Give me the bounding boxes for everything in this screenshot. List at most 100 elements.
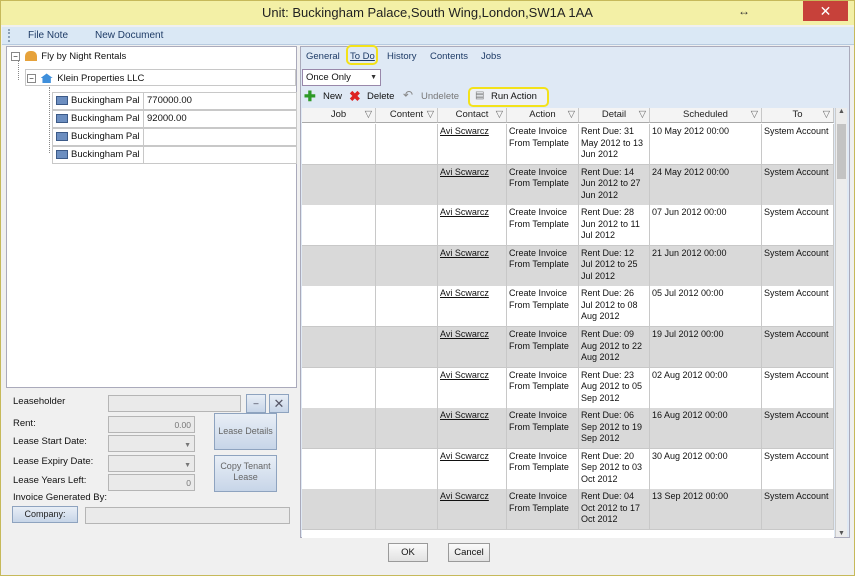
run-action-button[interactable]: Run Action [491, 91, 537, 102]
unit-row-1-name[interactable]: Buckingham Pal [52, 92, 144, 110]
filter-icon[interactable]: ▽ [427, 108, 434, 122]
cell-contact[interactable]: Avi Scwarcz [438, 327, 507, 367]
filter-icon[interactable]: ▽ [639, 108, 646, 122]
home-icon [40, 73, 53, 84]
unit-row-1-value[interactable]: 770000.00 [143, 92, 297, 110]
menu-file-note[interactable]: File Note [28, 30, 68, 41]
tab-jobs[interactable]: Jobs [481, 51, 501, 62]
new-button[interactable]: New [323, 91, 342, 102]
filter-icon[interactable]: ▽ [751, 108, 758, 122]
resize-icon[interactable]: ↔ [734, 1, 754, 21]
table-row[interactable]: Avi Scwarcz Create Invoice From Template R… [302, 448, 834, 490]
tab-history[interactable]: History [387, 51, 417, 62]
cell-content [376, 408, 438, 449]
table-row[interactable]: Avi Scwarcz Create Invoice From Template R… [302, 489, 834, 531]
cell-contact[interactable]: Avi Scwarcz [438, 124, 507, 164]
rent-field[interactable]: 0.00 [108, 416, 195, 433]
unit-row-3-name[interactable]: Buckingham Pal [52, 128, 144, 146]
tree-child[interactable]: − Klein Properties LLC [25, 69, 296, 86]
lease-details-button[interactable]: Lease Details [214, 413, 277, 450]
scrollbar-thumb[interactable] [837, 124, 846, 179]
cell-job [302, 245, 376, 286]
unit-row-4-value[interactable] [143, 146, 297, 164]
cell-to: System Account [762, 124, 834, 164]
unit-icon [56, 113, 68, 123]
cell-detail: Rent Due: 04 Oct 2012 to 17 Oct 2012 [579, 489, 650, 530]
delete-button[interactable]: Delete [367, 91, 394, 102]
menu-new-document[interactable]: New Document [95, 30, 163, 41]
col-detail[interactable]: Detail ▽ [579, 108, 650, 123]
tree-root[interactable]: − Fly by Night Rentals [11, 48, 296, 65]
cell-contact[interactable]: Avi Scwarcz [438, 245, 507, 286]
table-row[interactable]: Avi Scwarcz Create Invoice From Template R… [302, 286, 834, 328]
menu-bar: File Note New Document [2, 27, 854, 45]
filter-icon[interactable]: ▽ [365, 108, 372, 122]
cell-job [302, 164, 376, 205]
title-bar: Unit: Buckingham Palace,South Wing,Londo… [1, 1, 854, 25]
cell-contact[interactable]: Avi Scwarcz [438, 448, 507, 489]
lease-years-field[interactable]: 0 [108, 474, 195, 491]
leaseholder-select-button[interactable]: – [246, 394, 266, 413]
table-row[interactable]: Avi Scwarcz Create Invoice From Template R… [302, 327, 834, 368]
close-icon[interactable]: ✕ [803, 1, 848, 21]
cell-job [302, 205, 376, 246]
tab-contents[interactable]: Contents [430, 51, 468, 62]
col-content[interactable]: Content ▽ [376, 108, 438, 123]
table-row[interactable]: Avi Scwarcz Create Invoice From Template R… [302, 124, 834, 165]
invoice-generated-label: Invoice Generated By: [13, 492, 107, 503]
cell-contact[interactable]: Avi Scwarcz [438, 489, 507, 530]
tab-todo[interactable]: To Do [350, 51, 375, 62]
cell-scheduled: 07 Jun 2012 00:00 [650, 205, 762, 246]
company-field[interactable] [85, 507, 290, 524]
unit-row-3-value[interactable] [143, 128, 297, 146]
cell-content [376, 245, 438, 286]
col-contact[interactable]: Contact ▽ [438, 108, 507, 123]
copy-tenant-lease-button[interactable]: Copy Tenant Lease [214, 455, 277, 492]
cancel-button[interactable]: Cancel [448, 543, 490, 562]
filter-icon[interactable]: ▽ [496, 108, 503, 122]
col-job[interactable]: Job ▽ [302, 108, 376, 123]
filter-icon[interactable]: ▽ [568, 108, 575, 122]
lease-expiry-label: Lease Expiry Date: [13, 456, 94, 467]
unit-row-4-name[interactable]: Buckingham Pal [52, 146, 144, 164]
table-row[interactable]: Avi Scwarcz Create Invoice From Template R… [302, 164, 834, 206]
cell-detail: Rent Due: 12 Jul 2012 to 25 Jul 2012 [579, 245, 650, 286]
tab-general[interactable]: General [306, 51, 340, 62]
cell-scheduled: 19 Jul 2012 00:00 [650, 327, 762, 367]
cell-to: System Account [762, 286, 834, 327]
table-row[interactable]: Avi Scwarcz Create Invoice From Template R… [302, 245, 834, 287]
cell-contact[interactable]: Avi Scwarcz [438, 205, 507, 246]
table-row[interactable]: Avi Scwarcz Create Invoice From Template R… [302, 205, 834, 247]
company-button[interactable]: Company: [12, 506, 78, 523]
unit-row-2-name[interactable]: Buckingham Pal [52, 110, 144, 128]
col-to[interactable]: To ▽ [762, 108, 834, 123]
chevron-up-icon[interactable]: ▲ [838, 108, 845, 115]
lease-start-field[interactable]: ▼ [108, 435, 195, 452]
leaseholder-field[interactable] [108, 395, 241, 412]
cell-contact[interactable]: Avi Scwarcz [438, 286, 507, 327]
chevron-down-icon[interactable]: ▼ [838, 530, 845, 537]
frequency-select[interactable]: Once Only ▼ [302, 69, 381, 86]
vertical-scrollbar[interactable]: ▲ ▼ [835, 108, 847, 537]
cell-contact[interactable]: Avi Scwarcz [438, 367, 507, 408]
undelete-button[interactable]: Undelete [421, 91, 459, 102]
clear-icon[interactable]: ✕ [269, 394, 289, 413]
cell-to: System Account [762, 408, 834, 449]
cell-to: System Account [762, 448, 834, 489]
chevron-down-icon: ▼ [184, 462, 191, 469]
lease-start-label: Lease Start Date: [13, 436, 87, 447]
tree-child-label: Klein Properties LLC [57, 73, 145, 84]
col-action[interactable]: Action ▽ [507, 108, 579, 123]
table-row[interactable]: Avi Scwarcz Create Invoice From Template R… [302, 408, 834, 450]
collapse-icon[interactable]: − [27, 74, 36, 83]
cell-action: Create Invoice From Template [507, 327, 579, 367]
col-scheduled[interactable]: Scheduled ▽ [650, 108, 762, 123]
cell-contact[interactable]: Avi Scwarcz [438, 408, 507, 449]
rent-label: Rent: [13, 418, 36, 429]
lease-expiry-field[interactable]: ▼ [108, 455, 195, 472]
filter-icon[interactable]: ▽ [823, 108, 830, 122]
table-row[interactable]: Avi Scwarcz Create Invoice From Template R… [302, 367, 834, 409]
cell-contact[interactable]: Avi Scwarcz [438, 164, 507, 205]
ok-button[interactable]: OK [388, 543, 428, 562]
unit-row-2-value[interactable]: 92000.00 [143, 110, 297, 128]
